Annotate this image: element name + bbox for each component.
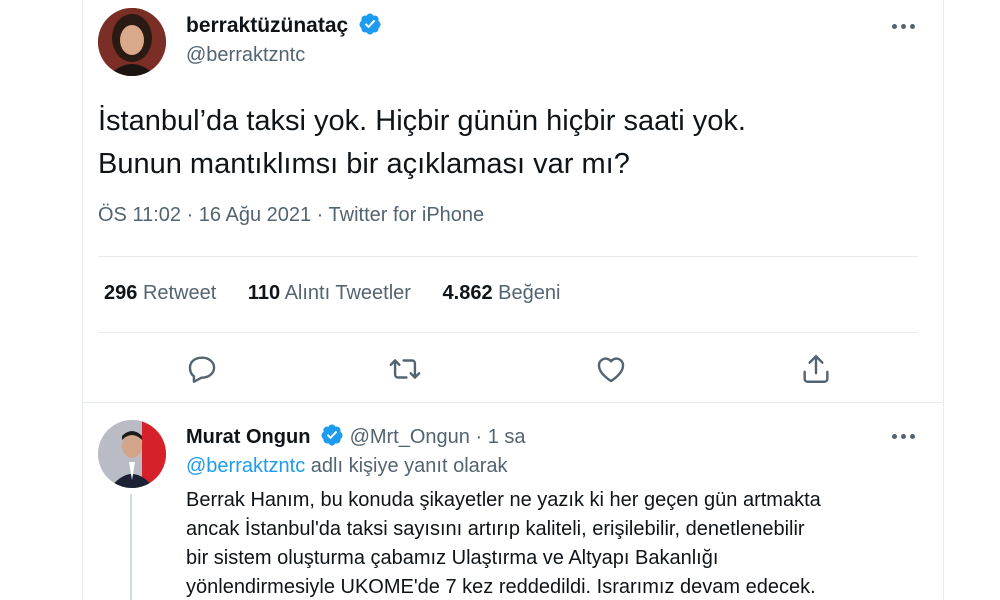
timeline-right-border xyxy=(943,0,944,600)
retweet-icon[interactable] xyxy=(388,352,422,386)
tweet-text-line: Bunun mantıklımsı bir açıklaması var mı? xyxy=(98,148,630,180)
reply-more-options-icon[interactable] xyxy=(892,428,920,444)
likes-count: 4.862 xyxy=(442,282,493,304)
retweets-stat[interactable]: 296 Retweet xyxy=(104,282,216,305)
author-display-name[interactable]: berraktüzünataç xyxy=(186,14,348,37)
reply-header: Murat Ongun @Mrt_Ongun · 1 sa xyxy=(186,423,526,449)
more-options-icon[interactable] xyxy=(892,18,920,34)
quotes-stat[interactable]: 110 Alıntı Tweetler xyxy=(248,282,411,305)
divider xyxy=(82,402,944,403)
reply-icon[interactable] xyxy=(185,352,219,386)
like-icon[interactable] xyxy=(594,352,628,386)
replying-to-link[interactable]: @berraktzntc xyxy=(186,455,305,477)
tweet-text-line: İstanbul’da taksi yok. Hiçbir günün hiçb… xyxy=(98,105,746,137)
tweet-stats: 296 Retweet 110 Alıntı Tweetler 4.862 Be… xyxy=(104,282,586,305)
replying-to-suffix: adlı kişiye yanıt olarak xyxy=(305,455,508,477)
likes-label: Beğeni xyxy=(498,282,561,304)
reply-author-avatar[interactable] xyxy=(98,420,166,488)
author-avatar[interactable] xyxy=(98,8,166,76)
divider xyxy=(98,256,918,257)
share-icon[interactable] xyxy=(799,352,833,386)
divider xyxy=(98,332,918,333)
verified-badge-icon xyxy=(358,12,382,36)
author-name[interactable]: berraktüzünataç xyxy=(186,12,382,38)
quotes-label: Alıntı Tweetler xyxy=(284,282,411,304)
reply-text-line: ancak İstanbul'da taksi sayısını artırıp… xyxy=(186,518,805,540)
reply-text-line: bir sistem oluşturma çabamız Ulaştırma v… xyxy=(186,547,719,569)
replying-to: @berraktzntc adlı kişiye yanıt olarak xyxy=(186,455,508,478)
reply-text: Berrak Hanım, bu konuda şikayetler ne ya… xyxy=(186,486,926,600)
retweets-label: Retweet xyxy=(142,282,217,304)
author-handle[interactable]: @berraktzntc xyxy=(186,44,305,67)
likes-stat[interactable]: 4.862 Beğeni xyxy=(443,282,561,305)
retweets-count: 296 xyxy=(104,282,138,304)
reply-text-line: yönlendirmesiyle UKOME'de 7 kez reddedil… xyxy=(186,576,816,598)
reply-handle-time[interactable]: @Mrt_Ongun · 1 sa xyxy=(350,426,526,448)
tweet-timestamp[interactable]: ÖS 11:02 · 16 Ağu 2021 · Twitter for iPh… xyxy=(98,204,484,227)
timeline-left-border xyxy=(82,0,83,600)
reply-text-line: Berrak Hanım, bu konuda şikayetler ne ya… xyxy=(186,489,821,511)
verified-badge-icon xyxy=(320,423,344,447)
thread-line xyxy=(130,494,132,600)
reply-author-name[interactable]: Murat Ongun xyxy=(186,426,310,448)
quotes-count: 110 xyxy=(247,282,281,304)
tweet-text: İstanbul’da taksi yok. Hiçbir günün hiçb… xyxy=(98,100,918,186)
